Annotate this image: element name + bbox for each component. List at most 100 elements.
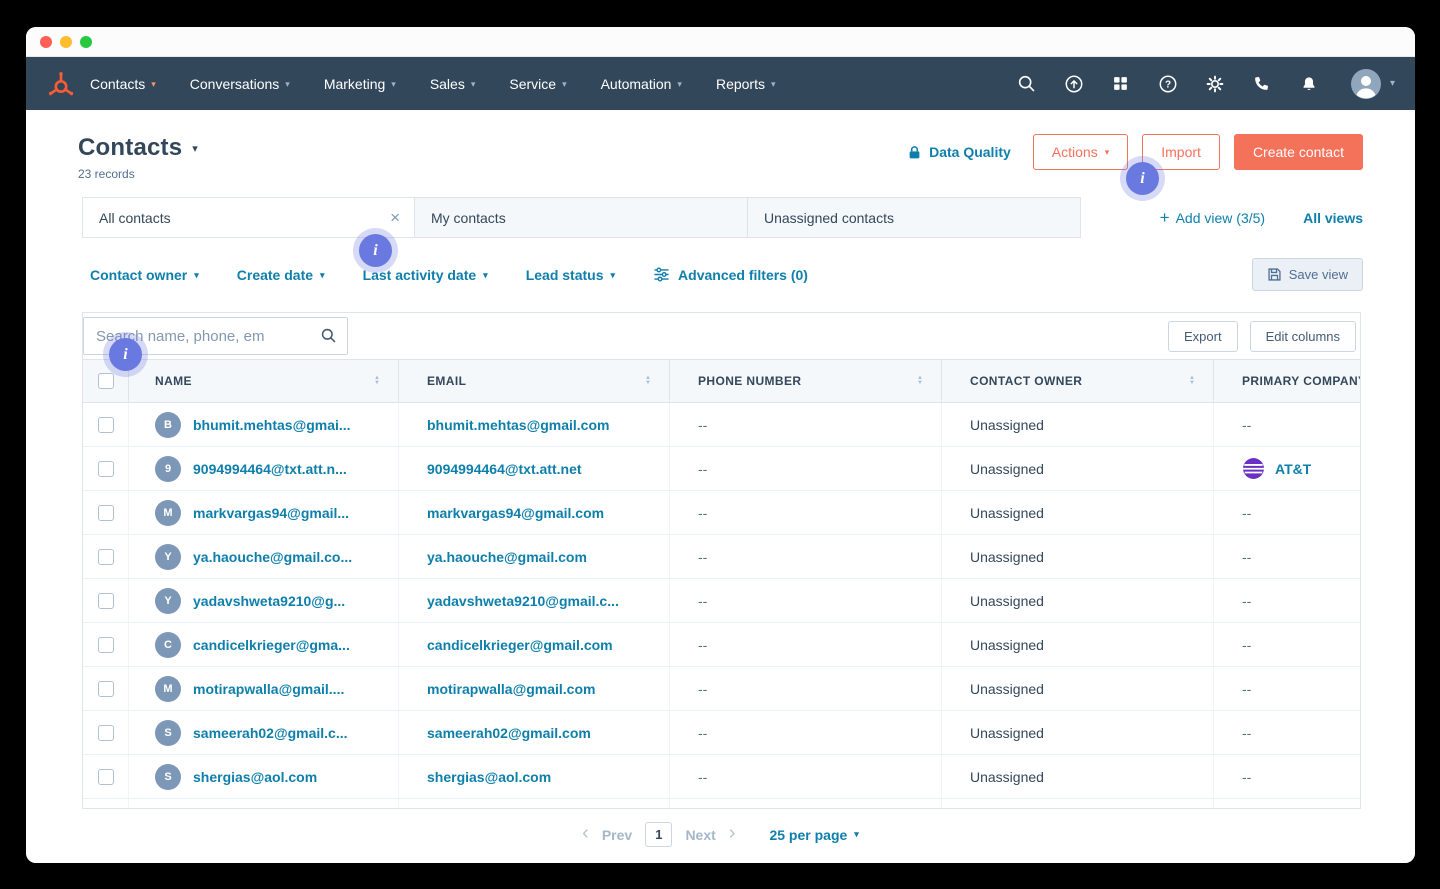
contact-name-link[interactable]: yadavshweta9210@g...	[193, 593, 345, 609]
add-view-link[interactable]: + Add view (3/5)	[1160, 209, 1265, 226]
contact-email-link[interactable]: motirapwalla@gmail.com	[427, 681, 595, 697]
nav-item-automation[interactable]: Automation ▾	[601, 76, 682, 92]
onboarding-beacon-create-date[interactable]: i	[359, 234, 392, 267]
onboarding-beacon-import[interactable]: i	[1126, 162, 1159, 195]
contact-email-link[interactable]: sameerah02@gmail.com	[427, 725, 591, 741]
data-quality-link[interactable]: Data Quality	[907, 144, 1011, 160]
contact-email-link[interactable]: 9094994464@txt.att.net	[427, 461, 582, 477]
per-page-selector[interactable]: 25 per page ▾	[769, 827, 858, 843]
view-tab-all-contacts[interactable]: All contacts ×	[82, 197, 415, 238]
save-view-button[interactable]: Save view	[1252, 258, 1363, 291]
row-checkbox[interactable]	[98, 769, 114, 785]
import-button[interactable]: Import	[1142, 134, 1220, 170]
advanced-filters-link[interactable]: Advanced filters (0)	[653, 266, 808, 283]
prev-page-button[interactable]: Prev	[602, 827, 632, 843]
row-checkbox[interactable]	[98, 637, 114, 653]
contact-name-link[interactable]: markvargas94@gmail...	[193, 505, 349, 521]
page-header: Contacts ▾ 23 records Data Quality Actio…	[26, 110, 1415, 181]
column-header-email[interactable]: EMAIL ▲▼	[398, 360, 669, 402]
nav-menu: Contacts ▾ Conversations ▾ Marketing ▾ S…	[90, 76, 776, 92]
notifications-bell-icon[interactable]	[1298, 73, 1320, 95]
help-icon[interactable]: ?	[1157, 73, 1179, 95]
column-header-phone-number[interactable]: PHONE NUMBER ▲▼	[669, 360, 941, 402]
filter-lead-status[interactable]: Lead status ▾	[526, 267, 615, 283]
company-cell: --	[1242, 593, 1251, 609]
search-icon[interactable]	[1016, 73, 1038, 95]
call-phone-icon[interactable]	[1251, 73, 1273, 95]
next-page-button[interactable]: Next	[685, 827, 715, 843]
contact-email-link[interactable]: candicelkrieger@gmail.com	[427, 637, 613, 653]
column-header-label: CONTACT OWNER	[970, 374, 1082, 388]
row-checkbox[interactable]	[98, 505, 114, 521]
filter-create-date[interactable]: Create date ▾	[237, 267, 325, 283]
filter-last-activity-date[interactable]: Last activity date ▾	[363, 267, 488, 283]
row-checkbox[interactable]	[98, 725, 114, 741]
arrow-up-circle-icon[interactable]	[1063, 73, 1085, 95]
actions-button[interactable]: Actions ▾	[1033, 134, 1128, 170]
table-body: Bbhumit.mehtas@gmai... bhumit.mehtas@gma…	[83, 403, 1360, 809]
row-checkbox[interactable]	[98, 681, 114, 697]
view-tab-unassigned-contacts[interactable]: Unassigned contacts	[748, 197, 1081, 238]
contact-avatar	[155, 808, 181, 810]
chevron-right-icon[interactable]: ›	[729, 823, 736, 846]
sort-icon[interactable]: ▲▼	[1189, 376, 1195, 386]
search-icon[interactable]	[320, 327, 337, 349]
contact-email-link[interactable]: yadavshweta9210@gmail.c...	[427, 593, 619, 609]
company-link[interactable]: AT&T	[1275, 461, 1311, 477]
contact-email-link[interactable]: ya.haouche@gmail.com	[427, 549, 587, 565]
edit-columns-button[interactable]: Edit columns	[1250, 321, 1356, 352]
marketplace-grid-icon[interactable]	[1110, 73, 1132, 95]
filter-label: Lead status	[526, 267, 604, 283]
contact-name-link[interactable]: sameerah02@gmail.c...	[193, 725, 348, 741]
create-contact-button[interactable]: Create contact	[1234, 134, 1363, 170]
sort-icon[interactable]: ▲▼	[917, 376, 923, 386]
contact-name-link[interactable]: 9094994464@txt.att.n...	[193, 461, 347, 477]
column-header-name[interactable]: NAME ▲▼	[128, 360, 398, 402]
nav-item-contacts[interactable]: Contacts ▾	[90, 76, 156, 92]
close-icon[interactable]: ×	[390, 209, 400, 226]
row-checkbox[interactable]	[98, 417, 114, 433]
contact-name-link[interactable]: motirapwalla@gmail....	[193, 681, 344, 697]
row-checkbox[interactable]	[98, 461, 114, 477]
contact-name-link[interactable]: ya.haouche@gmail.co...	[193, 549, 352, 565]
chevron-down-icon: ▾	[391, 77, 396, 90]
nav-item-conversations[interactable]: Conversations ▾	[190, 76, 290, 92]
nav-item-sales[interactable]: Sales ▾	[430, 76, 476, 92]
contact-name-link[interactable]: shergias@aol.com	[193, 769, 317, 785]
chevron-left-icon[interactable]: ‹	[582, 823, 589, 846]
filter-contact-owner[interactable]: Contact owner ▾	[90, 267, 199, 283]
window-zoom-button[interactable]	[80, 36, 92, 48]
account-menu[interactable]: ▾	[1351, 69, 1395, 99]
contact-email-link[interactable]: markvargas94@gmail.com	[427, 505, 604, 521]
contact-name-link[interactable]: bhumit.mehtas@gmai...	[193, 417, 351, 433]
hubspot-logo-icon[interactable]	[42, 69, 78, 99]
chevron-down-icon[interactable]: ▾	[192, 142, 198, 155]
contact-email-link[interactable]: shergias@aol.com	[427, 769, 551, 785]
onboarding-beacon-search[interactable]: i	[109, 338, 142, 371]
column-header-contact-owner[interactable]: CONTACT OWNER ▲▼	[941, 360, 1213, 402]
sort-icon[interactable]: ▲▼	[645, 376, 651, 386]
contact-name-link[interactable]: candicelkrieger@gma...	[193, 637, 350, 653]
current-page-button[interactable]: 1	[645, 822, 672, 847]
select-all-checkbox[interactable]	[98, 373, 114, 389]
table-row-partial	[83, 799, 1360, 809]
sort-icon[interactable]: ▲▼	[374, 376, 380, 386]
export-button[interactable]: Export	[1168, 321, 1238, 352]
all-views-link[interactable]: All views	[1303, 210, 1363, 226]
nav-item-reports[interactable]: Reports ▾	[716, 76, 776, 92]
nav-item-marketing[interactable]: Marketing ▾	[324, 76, 396, 92]
nav-item-service[interactable]: Service ▾	[509, 76, 566, 92]
filter-bar: Contact owner ▾ Create date ▾ Last activ…	[90, 258, 1363, 291]
window-close-button[interactable]	[40, 36, 52, 48]
settings-gear-icon[interactable]	[1204, 73, 1226, 95]
att-company-logo	[1242, 457, 1265, 480]
chevron-down-icon: ▾	[562, 77, 567, 90]
table-header-row: NAME ▲▼ EMAIL ▲▼ PHONE NUMBER ▲▼ CONTACT…	[83, 359, 1360, 403]
row-checkbox[interactable]	[98, 593, 114, 609]
phone-cell: --	[698, 593, 707, 609]
row-checkbox[interactable]	[98, 549, 114, 565]
window-minimize-button[interactable]	[60, 36, 72, 48]
column-header-primary-company[interactable]: PRIMARY COMPANY	[1213, 360, 1361, 402]
contact-email-link[interactable]: bhumit.mehtas@gmail.com	[427, 417, 609, 433]
view-tab-my-contacts[interactable]: My contacts	[415, 197, 748, 238]
